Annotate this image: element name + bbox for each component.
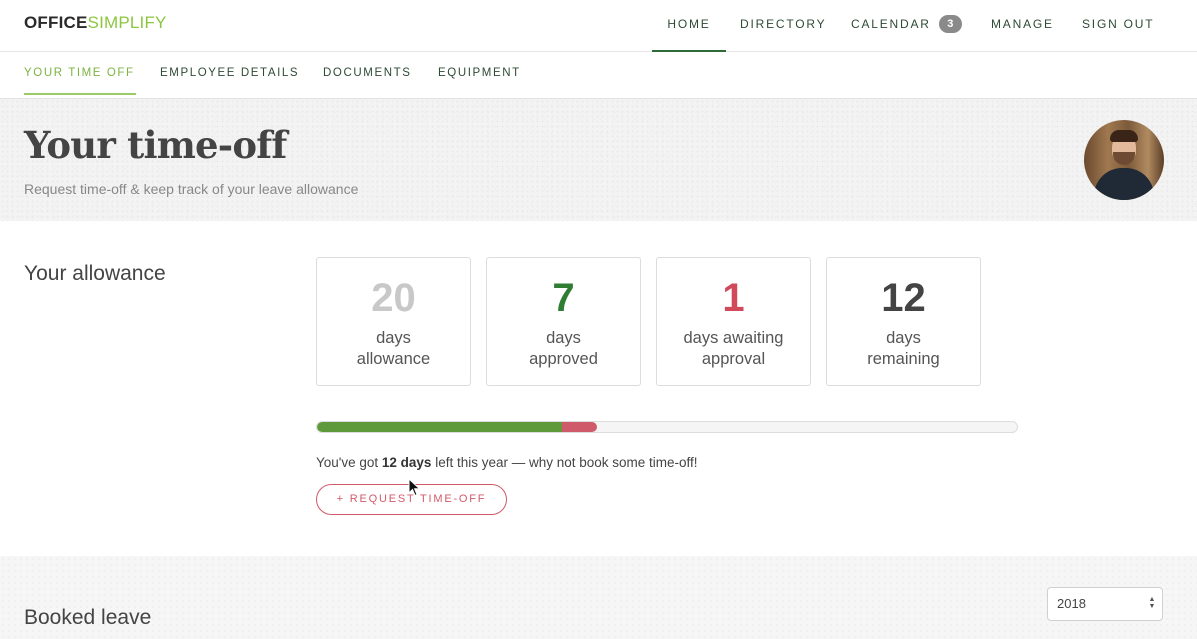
nav-item-directory-label: DIRECTORY <box>740 17 827 31</box>
allowance-progress-bar <box>316 421 1018 433</box>
allowance-card-label-line2: allowance <box>356 350 431 368</box>
tab-equipment[interactable]: EQUIPMENT <box>438 52 521 95</box>
message-prefix: You've got <box>316 455 382 470</box>
avatar-hair-shape <box>1110 130 1138 142</box>
tab-equipment-label: EQUIPMENT <box>438 67 521 79</box>
top-navigation-bar: OFFICESIMPLIFY HOME DIRECTORY CALENDAR 3 … <box>0 0 1197 52</box>
nav-item-sign-out[interactable]: SIGN OUT <box>1082 0 1154 52</box>
allowance-section-title: Your allowance <box>24 262 166 285</box>
approved-card-value: 7 <box>552 276 575 320</box>
tab-employee-details[interactable]: EMPLOYEE DETAILS <box>160 52 299 95</box>
message-suffix: left this year — why not book some time-… <box>431 455 698 470</box>
avatar-body-shape <box>1094 168 1154 200</box>
tab-your-time-off-label: YOUR TIME OFF <box>24 67 135 79</box>
allowance-card-label: days allowance <box>317 328 470 370</box>
remaining-card-label: days remaining <box>827 328 980 370</box>
allowance-card-label-line1: days <box>376 329 411 347</box>
select-arrows-icon: ▲ ▼ <box>1148 596 1156 610</box>
allowance-card-approved: 7 days approved <box>486 257 641 386</box>
nav-item-home-label: HOME <box>667 17 711 31</box>
remaining-days-message: You've got 12 days left this year — why … <box>316 455 698 470</box>
progress-pending-segment <box>562 422 597 432</box>
allowance-card-total: 20 days allowance <box>316 257 471 386</box>
nav-item-home[interactable]: HOME <box>652 0 726 52</box>
remaining-card-label-line1: days <box>886 329 921 347</box>
year-select-value: 2018 <box>1057 596 1086 611</box>
booked-leave-title: Booked leave <box>24 606 152 629</box>
logo-part-office: OFFICE <box>24 13 88 32</box>
page-header: Your time-off Request time-off & keep tr… <box>0 99 1197 221</box>
approved-card-label: days approved <box>487 328 640 370</box>
logo-part-simplify: SIMPLIFY <box>87 13 167 32</box>
nav-item-manage-label: MANAGE <box>991 17 1054 31</box>
allowance-card-value: 20 <box>371 276 416 320</box>
nav-item-calendar[interactable]: CALENDAR 3 <box>851 0 962 52</box>
page-subtitle: Request time-off & keep track of your le… <box>24 181 359 197</box>
nav-item-sign-out-label: SIGN OUT <box>1082 17 1155 31</box>
allowance-card-awaiting: 1 days awaiting approval <box>656 257 811 386</box>
sub-navigation-bar: YOUR TIME OFF EMPLOYEE DETAILS DOCUMENTS… <box>0 52 1197 99</box>
awaiting-card-label-line2: approval <box>701 350 766 368</box>
main-nav: HOME DIRECTORY CALENDAR 3 MANAGE SIGN OUT <box>637 0 1197 52</box>
awaiting-card-label-line1: days awaiting <box>683 329 784 347</box>
progress-approved-segment <box>317 422 562 432</box>
page-title: Your time-off <box>24 123 287 167</box>
tab-documents-label: DOCUMENTS <box>323 67 412 79</box>
tab-documents[interactable]: DOCUMENTS <box>323 52 412 95</box>
tab-employee-details-label: EMPLOYEE DETAILS <box>160 67 300 79</box>
allowance-card-remaining: 12 days remaining <box>826 257 981 386</box>
tab-your-time-off[interactable]: YOUR TIME OFF <box>24 52 136 95</box>
calendar-notification-badge: 3 <box>938 15 962 33</box>
nav-item-directory[interactable]: DIRECTORY <box>740 0 826 52</box>
awaiting-card-label: days awaiting approval <box>657 328 810 370</box>
year-select[interactable]: 2018 ▲ ▼ <box>1047 587 1163 621</box>
approved-card-label-line2: approved <box>529 350 598 368</box>
booked-leave-section <box>0 556 1197 639</box>
message-days-bold: 12 days <box>381 455 432 470</box>
remaining-card-value: 12 <box>881 276 926 320</box>
remaining-card-label-line2: remaining <box>867 350 940 368</box>
office-simplify-logo[interactable]: OFFICESIMPLIFY <box>24 13 167 33</box>
user-avatar[interactable] <box>1084 120 1164 200</box>
mouse-cursor-icon <box>408 478 421 497</box>
awaiting-card-value: 1 <box>722 276 745 320</box>
avatar-beard-shape <box>1113 152 1135 165</box>
approved-card-label-line1: days <box>546 329 581 347</box>
nav-item-calendar-label: CALENDAR <box>851 17 931 31</box>
nav-item-manage[interactable]: MANAGE <box>991 0 1054 52</box>
